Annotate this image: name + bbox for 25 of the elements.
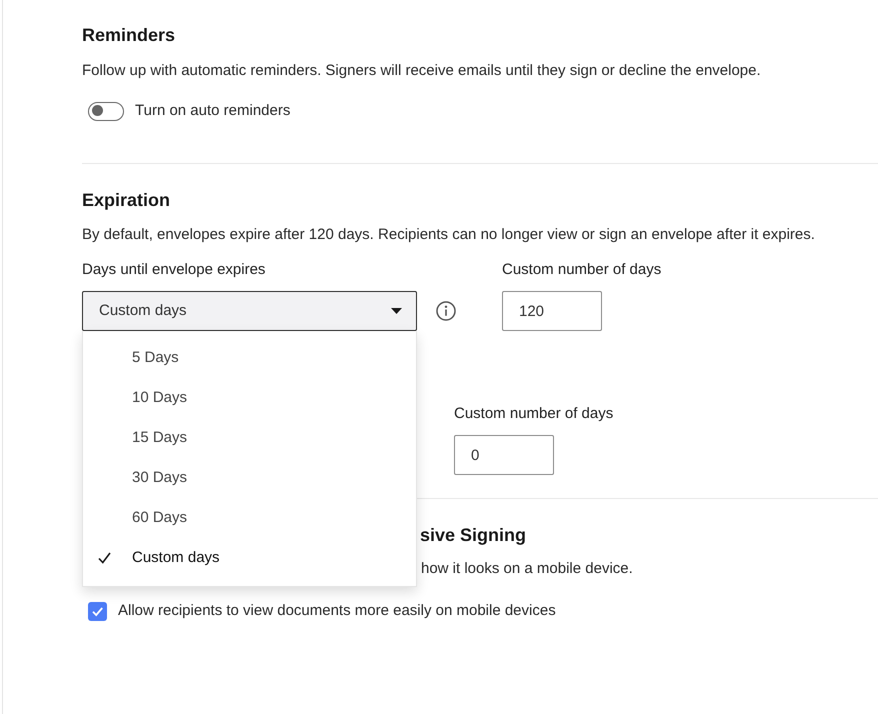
checkbox-label: Allow recipients to view documents more easily on mobile devices (118, 601, 556, 621)
toggle-switch[interactable] (88, 102, 124, 120)
days-select[interactable]: Custom days (82, 291, 417, 331)
section-description: how it looks on a mobile device. (421, 559, 633, 579)
field-label: Custom number of days (502, 260, 662, 280)
checkbox[interactable] (88, 602, 107, 620)
field-label: Custom number of days (454, 404, 614, 424)
number-input[interactable]: 0 (454, 435, 554, 475)
dropdown-option[interactable]: Custom days (83, 538, 416, 578)
section-description: Follow up with automatic reminders. Signers will receive emails until they sign or decline the envelope. (82, 61, 762, 81)
number-input[interactable]: 120 (502, 291, 602, 331)
section-title: Reminders (82, 24, 176, 47)
caret-icon (391, 308, 402, 314)
field-label: Days until envelope expires (82, 260, 266, 280)
dropdown-option[interactable]: 15 Days (83, 418, 416, 458)
dropdown-option[interactable]: 10 Days (83, 378, 416, 418)
dropdown-option[interactable]: 30 Days (83, 458, 416, 498)
dropdown-option[interactable]: 5 Days (83, 338, 416, 378)
toggle-label: Turn on auto reminders (135, 101, 290, 121)
check-icon (98, 552, 111, 564)
dropdown-option[interactable]: 60 Days (83, 498, 416, 538)
section-description: By default, envelopes expire after 120 days. Recipients can no longer view or sign an envelope after it expires. (82, 225, 816, 245)
section-title: sive Signing (420, 524, 526, 547)
section-title: Expiration (82, 189, 172, 212)
info-icon[interactable] (436, 301, 456, 321)
